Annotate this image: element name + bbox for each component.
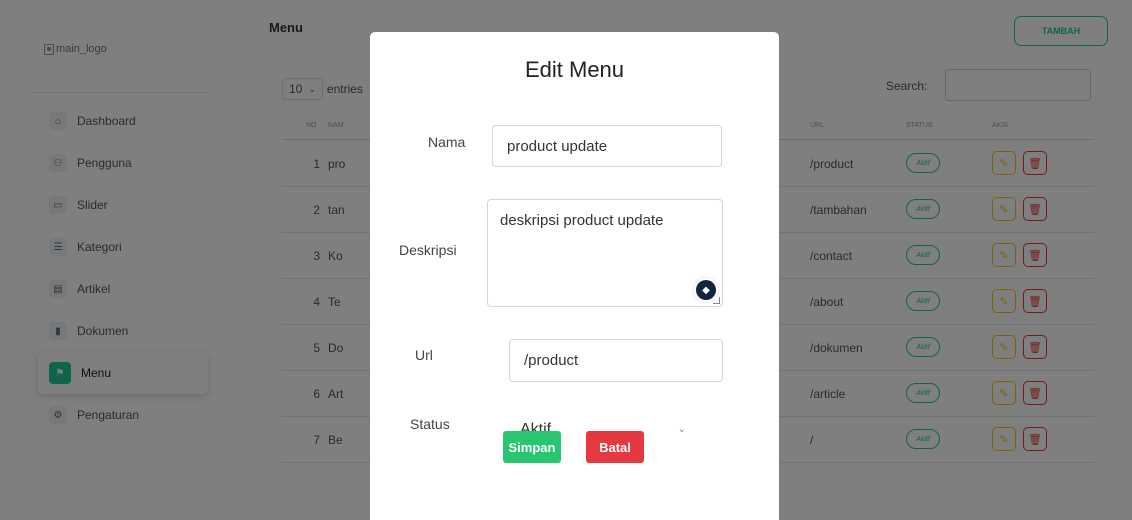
url-label: Url [415,347,433,363]
url-input[interactable]: /product [509,339,723,382]
name-input-value: product update [507,137,608,155]
description-textarea[interactable]: deskripsi product update ◆ [487,199,723,307]
edit-menu-modal: Edit Menu Nama product update Deskripsi … [370,32,779,520]
description-value: deskripsi product update [500,212,664,229]
status-label: Status [410,416,450,432]
name-label: Nama [428,134,466,150]
resize-handle-icon[interactable] [713,297,720,304]
chevron-down-icon: ⌄ [677,424,686,435]
save-button[interactable]: Simpan [503,431,561,463]
url-input-value: /product [524,352,579,369]
description-label: Deskripsi [399,242,457,258]
name-input[interactable]: product update [492,125,722,167]
modal-title: Edit Menu [524,57,625,82]
cancel-button[interactable]: Batal [586,431,644,463]
